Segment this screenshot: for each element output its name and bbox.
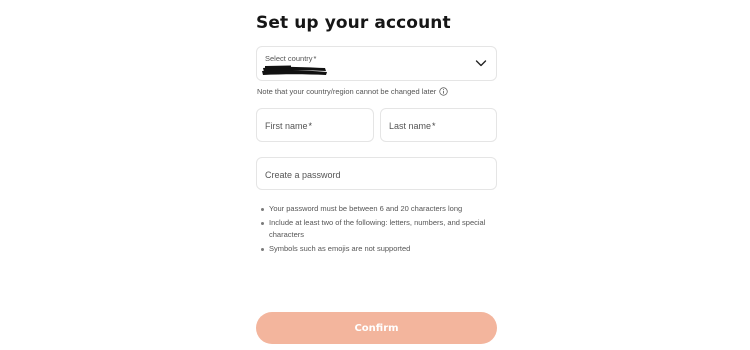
first-name-input[interactable] bbox=[257, 109, 373, 141]
last-name-input[interactable] bbox=[381, 109, 496, 141]
last-name-field[interactable]: Last name* bbox=[380, 108, 497, 142]
password-input[interactable] bbox=[257, 158, 496, 189]
password-rule-length: Your password must be between 6 and 20 c… bbox=[260, 203, 496, 215]
country-change-note: Note that your country/region cannot be … bbox=[257, 87, 448, 96]
country-select[interactable]: Select country* bbox=[256, 46, 497, 81]
account-setup-page: Set up your account Select country* Note… bbox=[0, 0, 750, 350]
chevron-down-icon bbox=[475, 60, 487, 67]
first-name-field[interactable]: First name* bbox=[256, 108, 374, 142]
bullet-icon bbox=[261, 207, 264, 211]
password-rule-composition: Include at least two of the following: l… bbox=[260, 217, 496, 241]
page-title: Set up your account bbox=[256, 13, 451, 33]
confirm-button[interactable]: Confirm bbox=[256, 312, 497, 344]
bullet-icon bbox=[261, 221, 264, 225]
info-icon[interactable] bbox=[439, 87, 448, 96]
bullet-icon bbox=[261, 247, 264, 251]
country-change-note-text: Note that your country/region cannot be … bbox=[257, 87, 437, 96]
password-field[interactable]: Create a password bbox=[256, 157, 497, 190]
password-rules-list: Your password must be between 6 and 20 c… bbox=[260, 203, 496, 257]
country-select-label: Select country* bbox=[265, 54, 317, 63]
password-rule-symbols: Symbols such as emojis are not supported bbox=[260, 243, 496, 255]
redacted-country-value bbox=[262, 65, 327, 75]
